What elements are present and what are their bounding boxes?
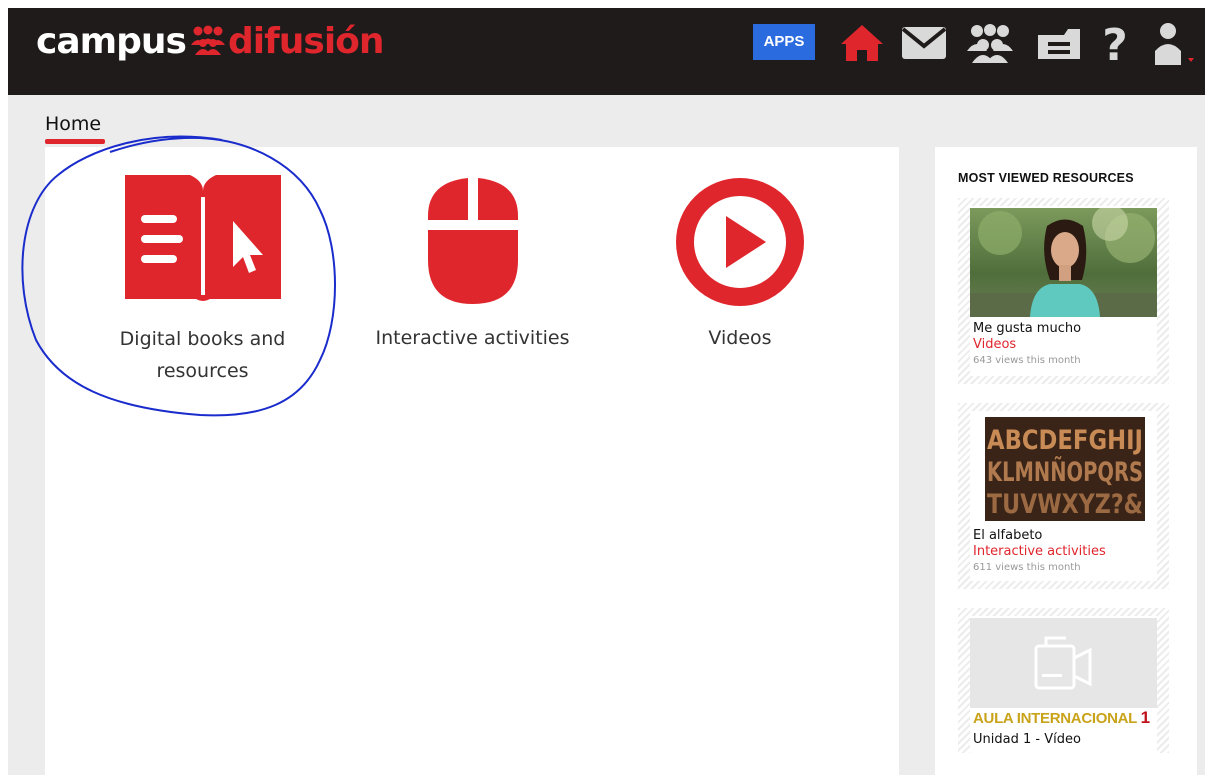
- most-viewed-title: MOST VIEWED RESOURCES: [958, 171, 1134, 185]
- resource-title[interactable]: Unidad 1 - Vídeo: [973, 732, 1081, 747]
- home-icon[interactable]: [837, 17, 887, 69]
- breadcrumb-home[interactable]: Home: [45, 113, 101, 135]
- tile-label-line1: Digital books and: [119, 328, 286, 350]
- resource-card-el-alfabeto[interactable]: ABCDEFGHIJ KLMNÑOPQRS TUVWXYZ?& El alfab…: [958, 403, 1169, 589]
- resource-title[interactable]: El alfabeto: [973, 528, 1042, 543]
- resource-card-unidad-1-video[interactable]: AULA INTERNACIONAL 1 Unidad 1 - Vídeo: [958, 608, 1169, 753]
- video-camera-icon: [970, 618, 1157, 708]
- digital-book-icon: [124, 175, 281, 301]
- alphabet-letters: ABCDEFGHIJ KLMNÑOPQRS TUVWXYZ?&: [985, 417, 1145, 521]
- tile-label: Interactive activities: [375, 327, 570, 349]
- group-icon[interactable]: [962, 17, 1018, 69]
- campus-difusion-logo[interactable]: campus difusión: [36, 20, 385, 64]
- resource-category[interactable]: Videos: [973, 337, 1016, 352]
- tile-label-line2: resources: [156, 360, 249, 382]
- resource-category[interactable]: Interactive activities: [973, 544, 1106, 559]
- breadcrumb-underline: [45, 139, 105, 144]
- aula-internacional-brand: AULA INTERNACIONAL 1: [973, 708, 1150, 728]
- resource-card-me-gusta-mucho[interactable]: Me gusta mucho Videos 643 views this mon…: [958, 198, 1169, 384]
- resource-title[interactable]: Me gusta mucho: [973, 321, 1081, 336]
- resource-views: 643 views this month: [973, 355, 1081, 366]
- svg-text:?: ?: [1102, 22, 1128, 64]
- alphabet-row-3: TUVWXYZ?&: [987, 489, 1143, 520]
- mail-icon[interactable]: [898, 17, 950, 69]
- logo-word-campus: campus: [36, 21, 187, 62]
- woman-photo: [970, 208, 1157, 317]
- people-logo-icon: [190, 25, 225, 55]
- tile-label: Videos: [708, 327, 772, 349]
- logo-word-difusion: difusión: [227, 21, 385, 62]
- alphabet-row-1: ABCDEFGHIJ: [987, 425, 1143, 456]
- user-icon[interactable]: [1146, 17, 1198, 69]
- alphabet-row-2: KLMNÑOPQRS: [987, 456, 1143, 488]
- tile-digital-books[interactable]: Digital books and resources: [105, 175, 300, 387]
- play-icon: [676, 178, 804, 306]
- resource-views: 611 views this month: [973, 562, 1081, 573]
- apps-button[interactable]: APPS: [753, 24, 815, 60]
- brand-text: AULA INTERNACIONAL: [973, 710, 1137, 727]
- brand-number: 1: [1140, 708, 1150, 727]
- video-thumbnail: [970, 618, 1157, 708]
- folder-icon[interactable]: [1034, 17, 1084, 69]
- tile-interactive-activities[interactable]: Interactive activities: [360, 178, 585, 354]
- mouse-icon: [427, 178, 518, 304]
- tile-videos[interactable]: Videos: [660, 178, 820, 354]
- help-icon[interactable]: ?: [1095, 17, 1135, 69]
